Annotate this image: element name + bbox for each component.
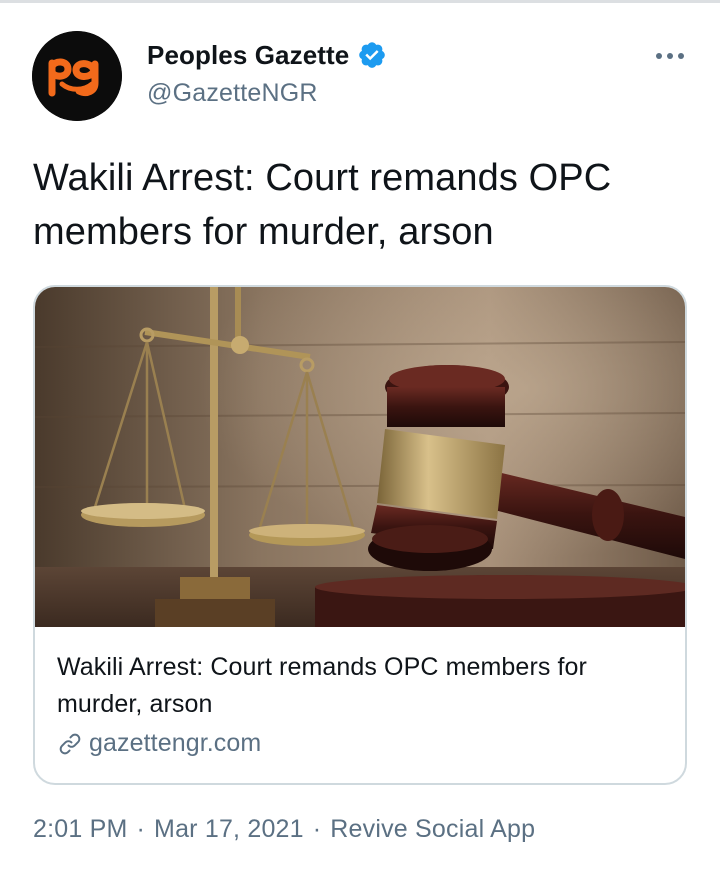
more-options-button[interactable]: [650, 45, 690, 67]
avatar[interactable]: [32, 31, 122, 121]
tweet-source[interactable]: Revive Social App: [330, 815, 535, 844]
card-image: [35, 287, 685, 627]
tweet: Peoples Gazette @GazetteNGR Wakili Arres…: [0, 0, 720, 877]
tweet-time[interactable]: 2:01 PM: [33, 815, 128, 844]
more-dot-icon: [678, 53, 684, 59]
name-row: Peoples Gazette: [147, 38, 387, 72]
card-domain-row: gazettengr.com: [57, 729, 667, 758]
verified-badge-icon: [359, 42, 386, 68]
card-body: Wakili Arrest: Court remands OPC members…: [57, 649, 667, 758]
meta-separator: ·: [312, 815, 322, 843]
tweet-meta: 2:01 PM · Mar 17, 2021 · Revive Social A…: [33, 815, 535, 844]
link-icon: [59, 733, 81, 754]
meta-separator: ·: [136, 815, 146, 843]
tweet-date[interactable]: Mar 17, 2021: [154, 815, 304, 844]
more-dot-icon: [656, 53, 662, 59]
author-block: Peoples Gazette @GazetteNGR: [147, 38, 387, 108]
peoples-gazette-logo-icon: [32, 31, 122, 121]
display-name[interactable]: Peoples Gazette: [147, 40, 349, 71]
link-card[interactable]: Wakili Arrest: Court remands OPC members…: [33, 285, 687, 785]
tweet-text: Wakili Arrest: Court remands OPC members…: [33, 157, 612, 253]
card-title: Wakili Arrest: Court remands OPC members…: [57, 653, 587, 718]
handle[interactable]: @GazetteNGR: [147, 79, 387, 108]
gavel-and-scales-image: [35, 287, 685, 627]
more-dot-icon: [667, 53, 673, 59]
card-domain: gazettengr.com: [89, 729, 262, 757]
